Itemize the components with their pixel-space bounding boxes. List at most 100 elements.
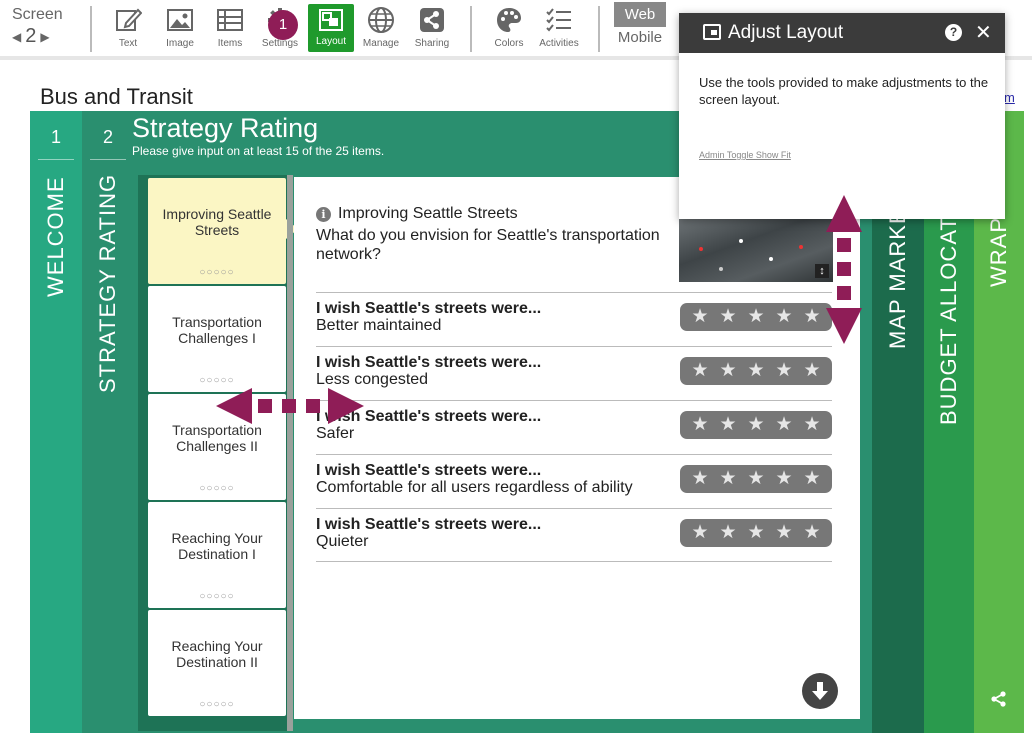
star-icon[interactable]: ★ bbox=[747, 357, 764, 385]
star-icon[interactable]: ★ bbox=[775, 411, 792, 439]
star-rating: ★ ★ ★ ★ ★ bbox=[680, 465, 832, 493]
panel-label: WRAP bbox=[986, 217, 1011, 287]
star-icon[interactable]: ★ bbox=[747, 465, 764, 493]
layout-button[interactable]: Layout bbox=[308, 4, 354, 52]
share-icon bbox=[991, 691, 1006, 707]
list-item[interactable]: Reaching Your Destination II ○○○○○ bbox=[148, 610, 286, 716]
rating-row-text: Less congested bbox=[316, 371, 429, 388]
text-button[interactable]: Text bbox=[103, 6, 153, 50]
web-view-button[interactable]: Web bbox=[614, 2, 666, 27]
star-icon[interactable]: ★ bbox=[691, 303, 708, 331]
column-resize-handle[interactable] bbox=[287, 175, 293, 731]
mobile-view-button[interactable]: Mobile bbox=[614, 29, 666, 49]
share-button[interactable] bbox=[990, 690, 1008, 708]
list-item[interactable]: Transportation Challenges II ○○○○○ bbox=[148, 394, 286, 500]
question-content: i Improving Seattle Streets What do you … bbox=[294, 177, 860, 719]
list-item[interactable]: Reaching Your Destination I ○○○○○ bbox=[148, 502, 286, 608]
star-icon[interactable]: ★ bbox=[775, 465, 792, 493]
star-icon[interactable]: ★ bbox=[691, 519, 708, 547]
star-icon[interactable]: ★ bbox=[719, 519, 736, 547]
adjust-layout-dialog: Adjust Layout ? ✕ Use the tools provided… bbox=[679, 13, 1005, 219]
rating-row: I wish Seattle's streets were... Quieter… bbox=[316, 508, 832, 562]
items-button[interactable]: Items bbox=[205, 6, 255, 50]
star-icon[interactable]: ★ bbox=[803, 357, 820, 385]
star-icon[interactable]: ★ bbox=[719, 303, 736, 331]
toolbar-divider bbox=[90, 6, 92, 52]
panel-label: MAP MARKE bbox=[885, 208, 910, 349]
rating-dots: ○○○○○ bbox=[199, 591, 235, 602]
step-badge: 1 bbox=[268, 10, 298, 40]
star-icon[interactable]: ★ bbox=[691, 411, 708, 439]
list-item[interactable]: Transportation Challenges I ○○○○○ bbox=[148, 286, 286, 392]
rating-row-text: Comfortable for all users regardless of … bbox=[316, 479, 633, 496]
star-icon[interactable]: ★ bbox=[747, 519, 764, 547]
rating-row: I wish Seattle's streets were... Comfort… bbox=[316, 454, 832, 508]
screen-label: Screen bbox=[12, 6, 63, 23]
rating-dots: ○○○○○ bbox=[199, 267, 235, 278]
sharing-button-label: Sharing bbox=[414, 38, 450, 49]
rating-row-heading: I wish Seattle's streets were... bbox=[316, 300, 542, 317]
strategy-subtitle: Please give input on at least 15 of the … bbox=[132, 144, 385, 158]
question-text: What do you envision for Seattle's trans… bbox=[316, 227, 660, 263]
panel-welcome[interactable]: 1 WELCOME bbox=[30, 111, 82, 733]
scroll-down-button[interactable] bbox=[802, 673, 838, 709]
image-button[interactable]: Image bbox=[155, 6, 205, 50]
image-icon bbox=[167, 9, 193, 31]
manage-button-label: Manage bbox=[362, 38, 400, 49]
admin-toggle-link[interactable]: Admin Toggle Show Fit bbox=[699, 150, 791, 160]
star-icon[interactable]: ★ bbox=[719, 411, 736, 439]
activities-button-label: Activities bbox=[539, 38, 579, 49]
star-icon[interactable]: ★ bbox=[775, 303, 792, 331]
prev-screen-icon[interactable]: ◀ bbox=[12, 30, 21, 44]
star-icon[interactable]: ★ bbox=[691, 357, 708, 385]
list-icon bbox=[217, 9, 243, 31]
pencil-icon bbox=[116, 8, 142, 31]
list-item-label: Transportation Challenges II bbox=[172, 422, 262, 454]
list-item-label: Reaching Your Destination II bbox=[171, 638, 263, 670]
manage-button[interactable]: Manage bbox=[356, 6, 406, 50]
panel-divider bbox=[90, 159, 126, 160]
resize-vertical-icon[interactable]: ↕ bbox=[815, 264, 829, 278]
palette-icon bbox=[497, 8, 521, 32]
dialog-header: Adjust Layout ? ✕ bbox=[679, 13, 1005, 53]
list-item-label: Improving Seattle Streets bbox=[162, 206, 272, 238]
star-icon[interactable]: ★ bbox=[803, 411, 820, 439]
layout-button-label: Layout bbox=[315, 36, 347, 47]
panel-label: WELCOME bbox=[43, 176, 68, 297]
sharing-button[interactable]: Sharing bbox=[407, 6, 457, 50]
next-screen-icon[interactable]: ▶ bbox=[40, 30, 49, 44]
activities-button[interactable]: Activities bbox=[534, 6, 584, 50]
star-rating: ★ ★ ★ ★ ★ bbox=[680, 411, 832, 439]
star-icon[interactable]: ★ bbox=[775, 357, 792, 385]
star-icon[interactable]: ★ bbox=[803, 303, 820, 331]
list-item-label: Transportation Challenges I bbox=[172, 314, 262, 346]
colors-button[interactable]: Colors bbox=[484, 6, 534, 50]
rating-row: I wish Seattle's streets were... Less co… bbox=[316, 346, 832, 400]
help-icon[interactable]: ? bbox=[945, 24, 962, 41]
star-icon[interactable]: ★ bbox=[803, 519, 820, 547]
star-icon[interactable]: ★ bbox=[775, 519, 792, 547]
star-icon[interactable]: ★ bbox=[747, 411, 764, 439]
layout-icon bbox=[319, 9, 343, 31]
panel-number: 1 bbox=[50, 127, 61, 147]
rating-row-text: Quieter bbox=[316, 533, 369, 550]
star-icon[interactable]: ★ bbox=[747, 303, 764, 331]
star-icon[interactable]: ★ bbox=[719, 465, 736, 493]
checklist-icon bbox=[546, 8, 571, 32]
rating-dots: ○○○○○ bbox=[199, 483, 235, 494]
info-icon[interactable]: i bbox=[316, 207, 331, 222]
close-icon[interactable]: ✕ bbox=[975, 20, 992, 45]
rating-row-text: Safer bbox=[316, 425, 355, 442]
list-item-label: Reaching Your Destination I bbox=[171, 530, 263, 562]
star-icon[interactable]: ★ bbox=[719, 357, 736, 385]
layout-icon bbox=[703, 24, 721, 40]
question-title: Improving Seattle Streets bbox=[338, 205, 518, 222]
screen-number: 2 bbox=[25, 25, 37, 47]
star-icon[interactable]: ★ bbox=[803, 465, 820, 493]
list-item[interactable]: Improving Seattle Streets ○○○○○ bbox=[148, 178, 286, 284]
star-icon[interactable]: ★ bbox=[691, 465, 708, 493]
page-link[interactable]: m bbox=[1004, 90, 1015, 105]
question-image: ↕ bbox=[679, 217, 833, 282]
star-rating: ★ ★ ★ ★ ★ bbox=[680, 519, 832, 547]
star-rating: ★ ★ ★ ★ ★ bbox=[680, 303, 832, 331]
